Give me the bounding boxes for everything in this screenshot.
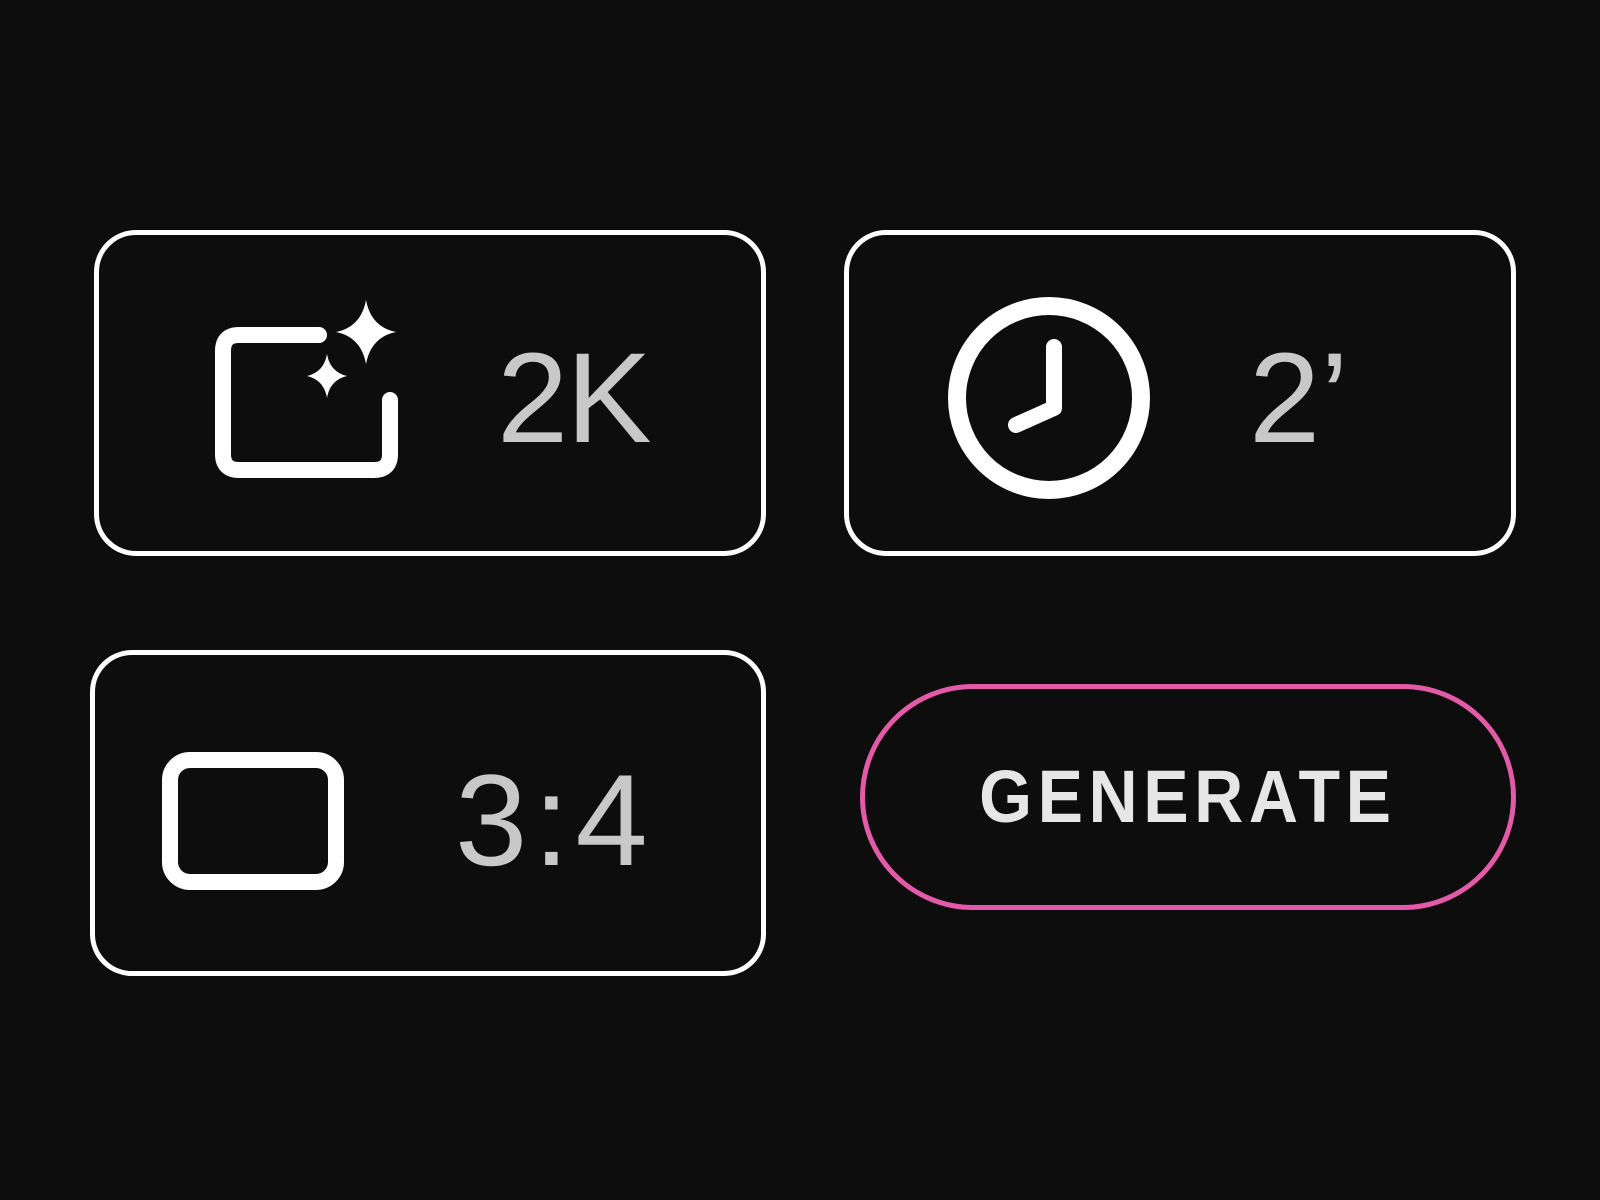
duration-value: 2’ — [1249, 327, 1349, 470]
aspect-ratio-value: 3:4 — [455, 747, 654, 893]
resolution-value: 2K — [497, 327, 652, 470]
aspect-ratio-selector[interactable]: 3:4 — [90, 650, 766, 976]
generate-label: GENERATE — [979, 755, 1397, 838]
frame-icon — [162, 752, 344, 890]
resolution-selector[interactable]: 2K — [94, 230, 766, 556]
duration-selector[interactable]: 2’ — [844, 230, 1516, 556]
generate-button[interactable]: GENERATE — [860, 684, 1516, 910]
generation-settings-panel: 2K 2’ 3:4 GENERATE — [0, 0, 1600, 1200]
clock-icon — [948, 297, 1150, 499]
image-sparkle-icon — [215, 300, 398, 478]
